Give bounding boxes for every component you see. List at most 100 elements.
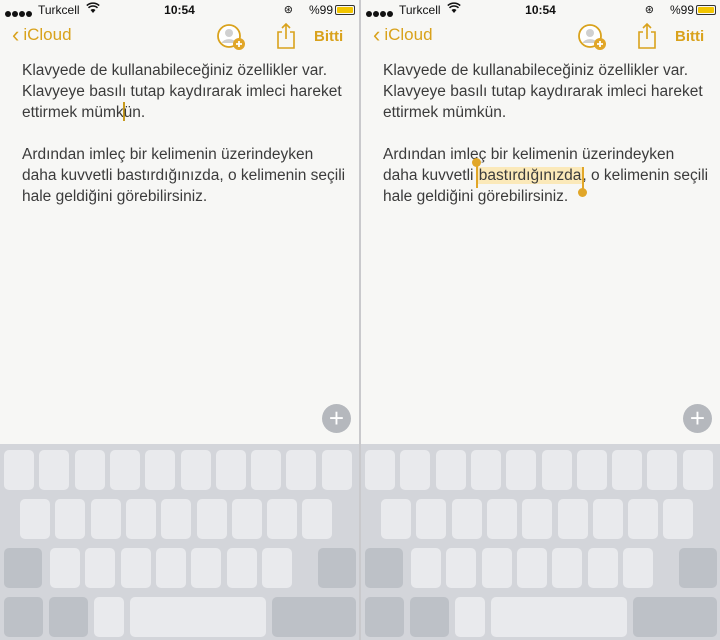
keyboard-key[interactable] <box>622 548 653 588</box>
keyboard-key[interactable] <box>486 499 517 539</box>
selection-start-handle[interactable] <box>471 158 481 188</box>
keyboard-key[interactable] <box>302 499 333 539</box>
keyboard-row <box>361 597 720 637</box>
keyboard-key[interactable] <box>321 450 352 490</box>
keyboard-key[interactable] <box>261 548 292 588</box>
keyboard-trackpad[interactable] <box>361 444 720 640</box>
keyboard-key[interactable] <box>94 597 124 637</box>
back-button[interactable]: ‹ iCloud <box>12 24 72 46</box>
keyboard-key[interactable] <box>381 499 411 539</box>
keyboard-key[interactable] <box>552 548 583 588</box>
keyboard-key[interactable] <box>679 548 717 588</box>
selection-end-handle[interactable] <box>578 167 588 197</box>
keyboard-key[interactable] <box>411 548 441 588</box>
status-time: 10:54 <box>164 3 195 17</box>
keyboard-key[interactable] <box>4 548 42 588</box>
keyboard-key[interactable] <box>130 597 266 637</box>
note-paragraph-2: Ardından imleç bir kelimenin üzerindeyke… <box>383 144 712 207</box>
left-phone-screen: Turkcell 10:54 ⊛ %99 ‹ iCloud Bitti Klav… <box>0 0 359 640</box>
navigation-bar: ‹ iCloud Bitti <box>0 20 359 54</box>
keyboard-key[interactable] <box>416 499 447 539</box>
keyboard-trackpad[interactable] <box>0 444 359 640</box>
status-bar: Turkcell 10:54 ⊛ %99 <box>0 0 359 20</box>
keyboard-key[interactable] <box>74 450 105 490</box>
add-person-icon[interactable] <box>577 22 607 52</box>
done-button[interactable]: Bitti <box>675 28 704 45</box>
keyboard-key[interactable] <box>400 450 431 490</box>
keyboard-key[interactable] <box>39 450 70 490</box>
keyboard-key[interactable] <box>318 548 356 588</box>
keyboard-key[interactable] <box>592 499 623 539</box>
keyboard-key[interactable] <box>267 499 298 539</box>
keyboard-key[interactable] <box>470 450 501 490</box>
back-label: iCloud <box>23 25 72 44</box>
keyboard-key[interactable] <box>231 499 262 539</box>
keyboard-key[interactable] <box>446 548 477 588</box>
plus-icon[interactable]: + <box>683 404 712 433</box>
keyboard-key[interactable] <box>50 548 80 588</box>
battery-percent: %99 <box>669 3 694 17</box>
back-button[interactable]: ‹ iCloud <box>373 24 433 46</box>
keyboard-key[interactable] <box>612 450 643 490</box>
keyboard-key[interactable] <box>191 548 222 588</box>
keyboard-key[interactable] <box>682 450 713 490</box>
keyboard-key[interactable] <box>628 499 659 539</box>
keyboard-key[interactable] <box>410 597 449 637</box>
keyboard-key[interactable] <box>4 597 43 637</box>
battery-icon <box>335 5 355 15</box>
keyboard-key[interactable] <box>576 450 607 490</box>
keyboard-key[interactable] <box>85 548 116 588</box>
note-paragraph-1: Klavyede de kullanabileceğiniz özellikle… <box>383 62 703 121</box>
keyboard-key[interactable] <box>4 450 34 490</box>
selected-word-label: bastırdığınızda <box>478 167 582 184</box>
keyboard-key[interactable] <box>120 548 151 588</box>
keyboard-key[interactable] <box>522 499 553 539</box>
keyboard-key[interactable] <box>455 597 485 637</box>
note-body[interactable]: Klavyede de kullanabileceğiniz özellikle… <box>383 60 712 207</box>
keyboard-key[interactable] <box>557 499 588 539</box>
done-button[interactable]: Bitti <box>314 28 343 45</box>
navigation-bar: ‹ iCloud Bitti <box>361 20 720 54</box>
keyboard-key[interactable] <box>506 450 537 490</box>
note-text-after-cursor: ün. <box>123 104 146 121</box>
keyboard-key[interactable] <box>109 450 140 490</box>
plus-icon[interactable]: + <box>322 404 351 433</box>
keyboard-key[interactable] <box>663 499 694 539</box>
keyboard-key[interactable] <box>215 450 246 490</box>
keyboard-key[interactable] <box>20 499 50 539</box>
keyboard-key[interactable] <box>161 499 192 539</box>
keyboard-key[interactable] <box>365 548 403 588</box>
back-label: iCloud <box>384 25 433 44</box>
keyboard-key[interactable] <box>196 499 227 539</box>
keyboard-key[interactable] <box>286 450 317 490</box>
add-person-icon[interactable] <box>216 22 246 52</box>
keyboard-key[interactable] <box>251 450 282 490</box>
keyboard-key[interactable] <box>180 450 211 490</box>
keyboard-key[interactable] <box>226 548 257 588</box>
share-icon[interactable] <box>275 22 297 50</box>
keyboard-key[interactable] <box>516 548 547 588</box>
note-body[interactable]: Klavyede de kullanabileceğiniz özellikle… <box>22 60 351 207</box>
keyboard-key[interactable] <box>451 499 482 539</box>
keyboard-key[interactable] <box>155 548 186 588</box>
keyboard-key[interactable] <box>435 450 466 490</box>
keyboard-key[interactable] <box>272 597 356 637</box>
keyboard-key[interactable] <box>541 450 572 490</box>
keyboard-key[interactable] <box>481 548 512 588</box>
keyboard-key[interactable] <box>125 499 156 539</box>
keyboard-key[interactable] <box>145 450 176 490</box>
keyboard-key[interactable] <box>55 499 86 539</box>
keyboard-key[interactable] <box>49 597 88 637</box>
keyboard-key[interactable] <box>633 597 717 637</box>
keyboard-key[interactable] <box>647 450 678 490</box>
share-icon[interactable] <box>636 22 658 50</box>
keyboard-key[interactable] <box>365 597 404 637</box>
selected-word[interactable]: bastırdığınızda <box>471 158 588 197</box>
keyboard-key[interactable] <box>491 597 627 637</box>
keyboard-key[interactable] <box>587 548 618 588</box>
keyboard-row <box>361 450 720 490</box>
keyboard-key[interactable] <box>90 499 121 539</box>
keyboard-key[interactable] <box>365 450 395 490</box>
keyboard-row <box>361 548 720 588</box>
keyboard-row <box>0 597 359 637</box>
